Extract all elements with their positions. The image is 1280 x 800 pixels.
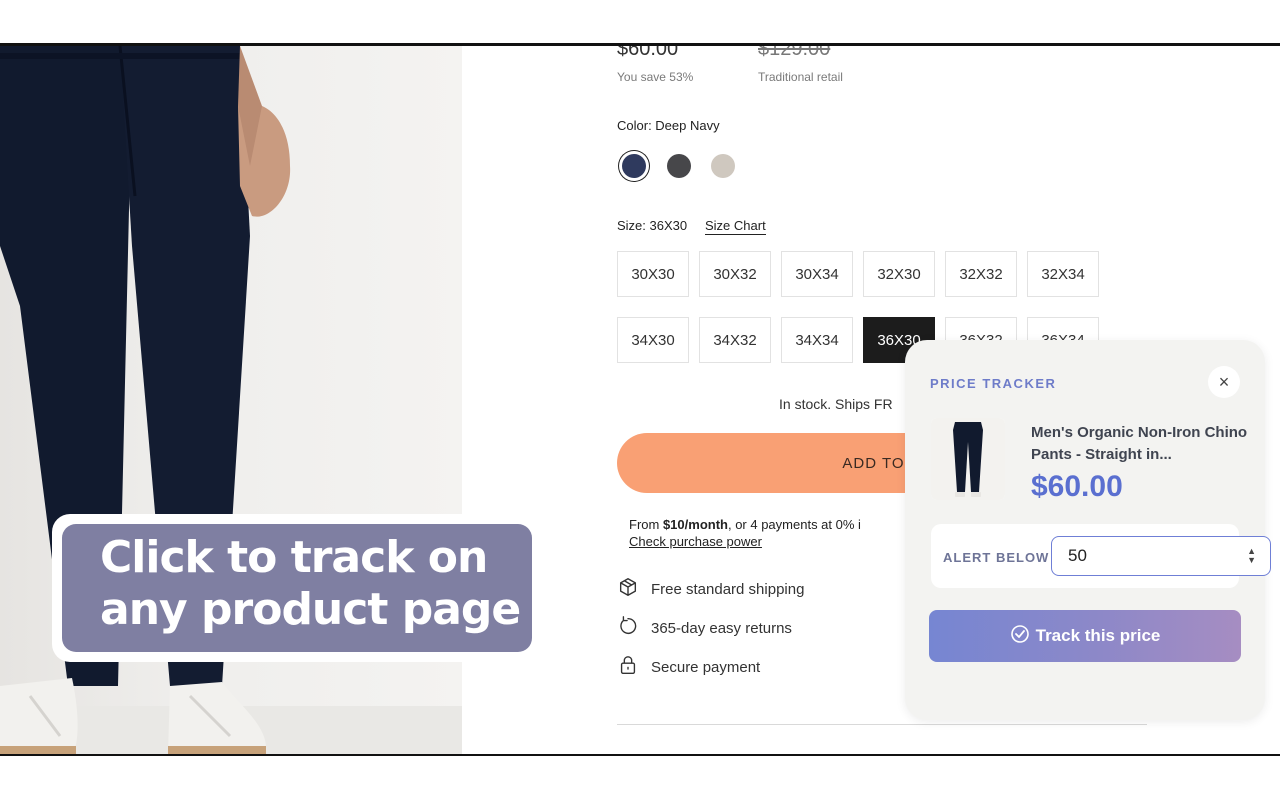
color-swatch-deep-navy[interactable] [622,154,646,178]
size-option[interactable]: 34X34 [781,317,853,363]
color-label: Color: Deep Navy [617,118,720,133]
original-price: $129.00 [758,46,831,60]
alert-price-value: 50 [1068,546,1087,565]
caption-line-2: any product page [100,584,521,635]
feature-returns: 365-day easy returns [617,615,792,641]
size-option[interactable]: 32X30 [863,251,935,297]
size-option[interactable]: 30X32 [699,251,771,297]
financing-amount: $10/month [662,517,728,532]
tracker-title: PRICE TRACKER [930,376,1057,391]
feature-shipping: Free standard shipping [617,576,804,602]
size-option[interactable]: 30X34 [781,251,853,297]
financing-prefix: From [629,517,663,532]
color-swatch-stone[interactable] [711,154,735,178]
return-arrow-icon [617,615,639,641]
lock-icon [617,654,639,680]
stepper-arrows-icon[interactable]: ▲ ▼ [1247,547,1256,565]
current-price: $60.00 [617,46,679,60]
size-option[interactable]: 30X30 [617,251,689,297]
check-circle-icon [1010,624,1030,649]
size-option[interactable]: 34X32 [699,317,771,363]
savings-text: You save 53% [617,70,694,84]
alert-threshold-row: ALERT BELOW 50 ▲ ▼ [931,524,1271,588]
size-label: Size: 36X30 [617,218,688,233]
stock-status: In stock. Ships FR [779,396,893,412]
section-divider [617,724,1147,725]
price-tracker-panel: PRICE TRACKER × Men's Organic Non-Iron C… [905,340,1271,720]
caption-line-1: Click to track on [100,532,488,583]
box-icon [617,576,639,602]
tracked-product-name: Men's Organic Non-Iron Chino Pants - Str… [1031,424,1248,463]
promo-caption: Click to track on any product page [62,524,532,652]
color-swatch-charcoal[interactable] [667,154,691,178]
product-thumbnail [931,418,1005,500]
alert-price-input[interactable]: 50 ▲ ▼ [1051,536,1271,576]
tracked-product-price: $60.00 [1031,470,1123,503]
track-price-button[interactable]: Track this price [929,610,1241,662]
close-icon[interactable]: × [1208,366,1240,398]
size-option[interactable]: 32X32 [945,251,1017,297]
feature-label: Secure payment [651,658,761,676]
size-option[interactable]: 34X30 [617,317,689,363]
size-chart-link[interactable]: Size Chart [705,218,766,235]
financing-suffix: , or 4 payments at 0% i [727,517,861,532]
feature-label: 365-day easy returns [651,619,792,637]
feature-secure: Secure payment [617,654,760,680]
track-button-label: Track this price [1035,626,1161,645]
alert-below-label: ALERT BELOW [943,550,1050,565]
financing-text: From $10/month, or 4 payments at 0% i [629,517,861,532]
check-purchase-power-link[interactable]: Check purchase power [629,534,762,549]
retail-label: Traditional retail [758,70,843,84]
bottom-border [0,754,1280,756]
size-option[interactable]: 32X34 [1027,251,1099,297]
product-page: $60.00 $129.00 You save 53% Traditional … [0,46,1280,754]
feature-label: Free standard shipping [651,580,805,598]
